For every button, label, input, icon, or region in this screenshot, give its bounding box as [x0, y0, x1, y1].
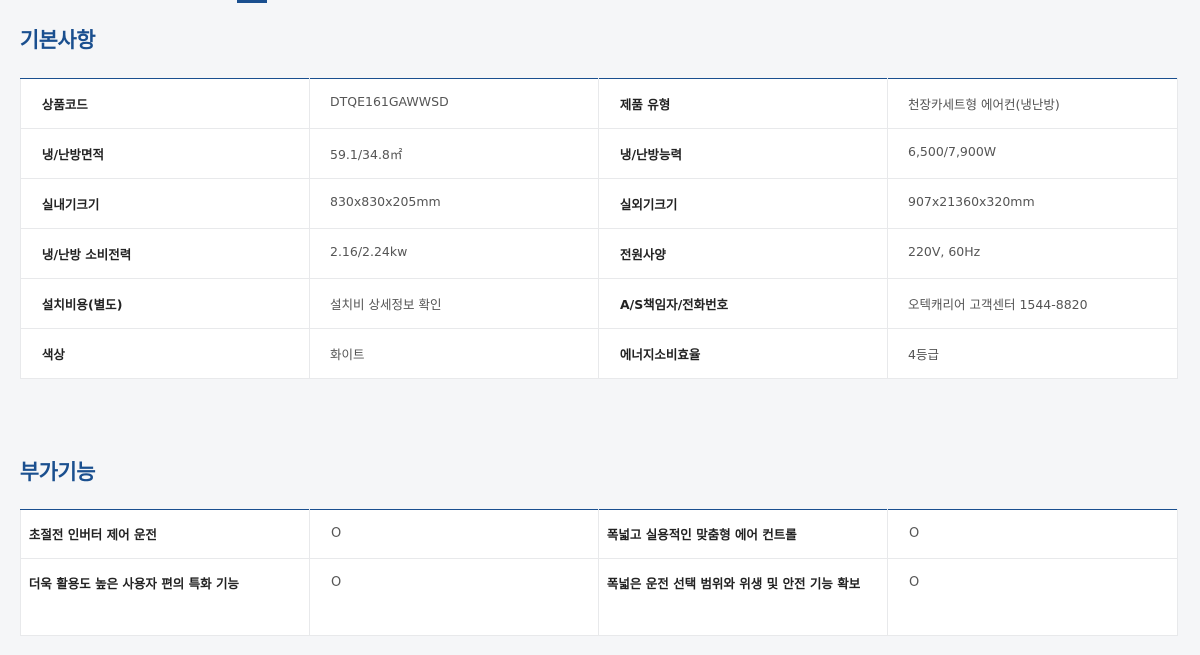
spec-label: 냉/난방 소비전력 — [20, 228, 310, 279]
table-row: 실내기크기 830x830x205mm 실외기크기 907x21360x320m… — [20, 178, 1178, 229]
feature-value: O — [309, 558, 599, 636]
extra-features-table: 초절전 인버터 제어 운전 O 폭넓고 실용적인 맞춤형 에어 컨트롤 O 더욱… — [20, 509, 1178, 636]
spec-label: 냉/난방면적 — [20, 128, 310, 179]
spec-value: 6,500/7,900W — [887, 128, 1178, 179]
spec-value: 오텍캐리어 고객센터 1544-8820 — [887, 278, 1178, 329]
spec-label: 전원사양 — [598, 228, 888, 279]
spec-label: 냉/난방능력 — [598, 128, 888, 179]
table-row: 색상 화이트 에너지소비효율 4등급 — [20, 328, 1178, 379]
spec-value: 59.1/34.8㎡ — [309, 128, 599, 179]
basic-spec-table: 상품코드 DTQE161GAWWSD 제품 유형 천장카세트형 에어컨(냉난방)… — [20, 78, 1178, 379]
table-row: 냉/난방면적 59.1/34.8㎡ 냉/난방능력 6,500/7,900W — [20, 128, 1178, 179]
feature-label: 폭넓고 실용적인 맞춤형 에어 컨트롤 — [598, 509, 888, 559]
feature-label: 더욱 활용도 높은 사용자 편의 특화 기능 — [20, 558, 310, 636]
spec-label: 제품 유형 — [598, 78, 888, 129]
spec-value: 설치비 상세정보 확인 — [309, 278, 599, 329]
table-row: 설치비용(별도) 설치비 상세정보 확인 A/S책임자/전화번호 오텍캐리어 고… — [20, 278, 1178, 329]
spec-value: DTQE161GAWWSD — [309, 78, 599, 129]
spec-label: 실내기크기 — [20, 178, 310, 229]
active-tab-indicator — [237, 0, 267, 3]
feature-value: O — [887, 509, 1178, 559]
spec-value: 천장카세트형 에어컨(냉난방) — [887, 78, 1178, 129]
spec-label: 설치비용(별도) — [20, 278, 310, 329]
feature-value: O — [887, 558, 1178, 636]
spec-label: A/S책임자/전화번호 — [598, 278, 888, 329]
table-row: 냉/난방 소비전력 2.16/2.24kw 전원사양 220V, 60Hz — [20, 228, 1178, 279]
feature-label: 초절전 인버터 제어 운전 — [20, 509, 310, 559]
table-row: 상품코드 DTQE161GAWWSD 제품 유형 천장카세트형 에어컨(냉난방) — [20, 78, 1178, 129]
spec-value: 2.16/2.24kw — [309, 228, 599, 279]
feature-value: O — [309, 509, 599, 559]
spec-label: 에너지소비효율 — [598, 328, 888, 379]
spec-value: 4등급 — [887, 328, 1178, 379]
section-title-basic: 기본사항 — [20, 28, 96, 52]
section-title-extra: 부가기능 — [20, 460, 96, 484]
spec-value: 220V, 60Hz — [887, 228, 1178, 279]
spec-label: 색상 — [20, 328, 310, 379]
spec-label: 상품코드 — [20, 78, 310, 129]
table-row: 초절전 인버터 제어 운전 O 폭넓고 실용적인 맞춤형 에어 컨트롤 O — [20, 509, 1178, 559]
spec-value: 화이트 — [309, 328, 599, 379]
spec-value: 830x830x205mm — [309, 178, 599, 229]
feature-label: 폭넓은 운전 선택 범위와 위생 및 안전 기능 확보 — [598, 558, 888, 636]
table-row: 더욱 활용도 높은 사용자 편의 특화 기능 O 폭넓은 운전 선택 범위와 위… — [20, 558, 1178, 636]
spec-label: 실외기크기 — [598, 178, 888, 229]
spec-value: 907x21360x320mm — [887, 178, 1178, 229]
